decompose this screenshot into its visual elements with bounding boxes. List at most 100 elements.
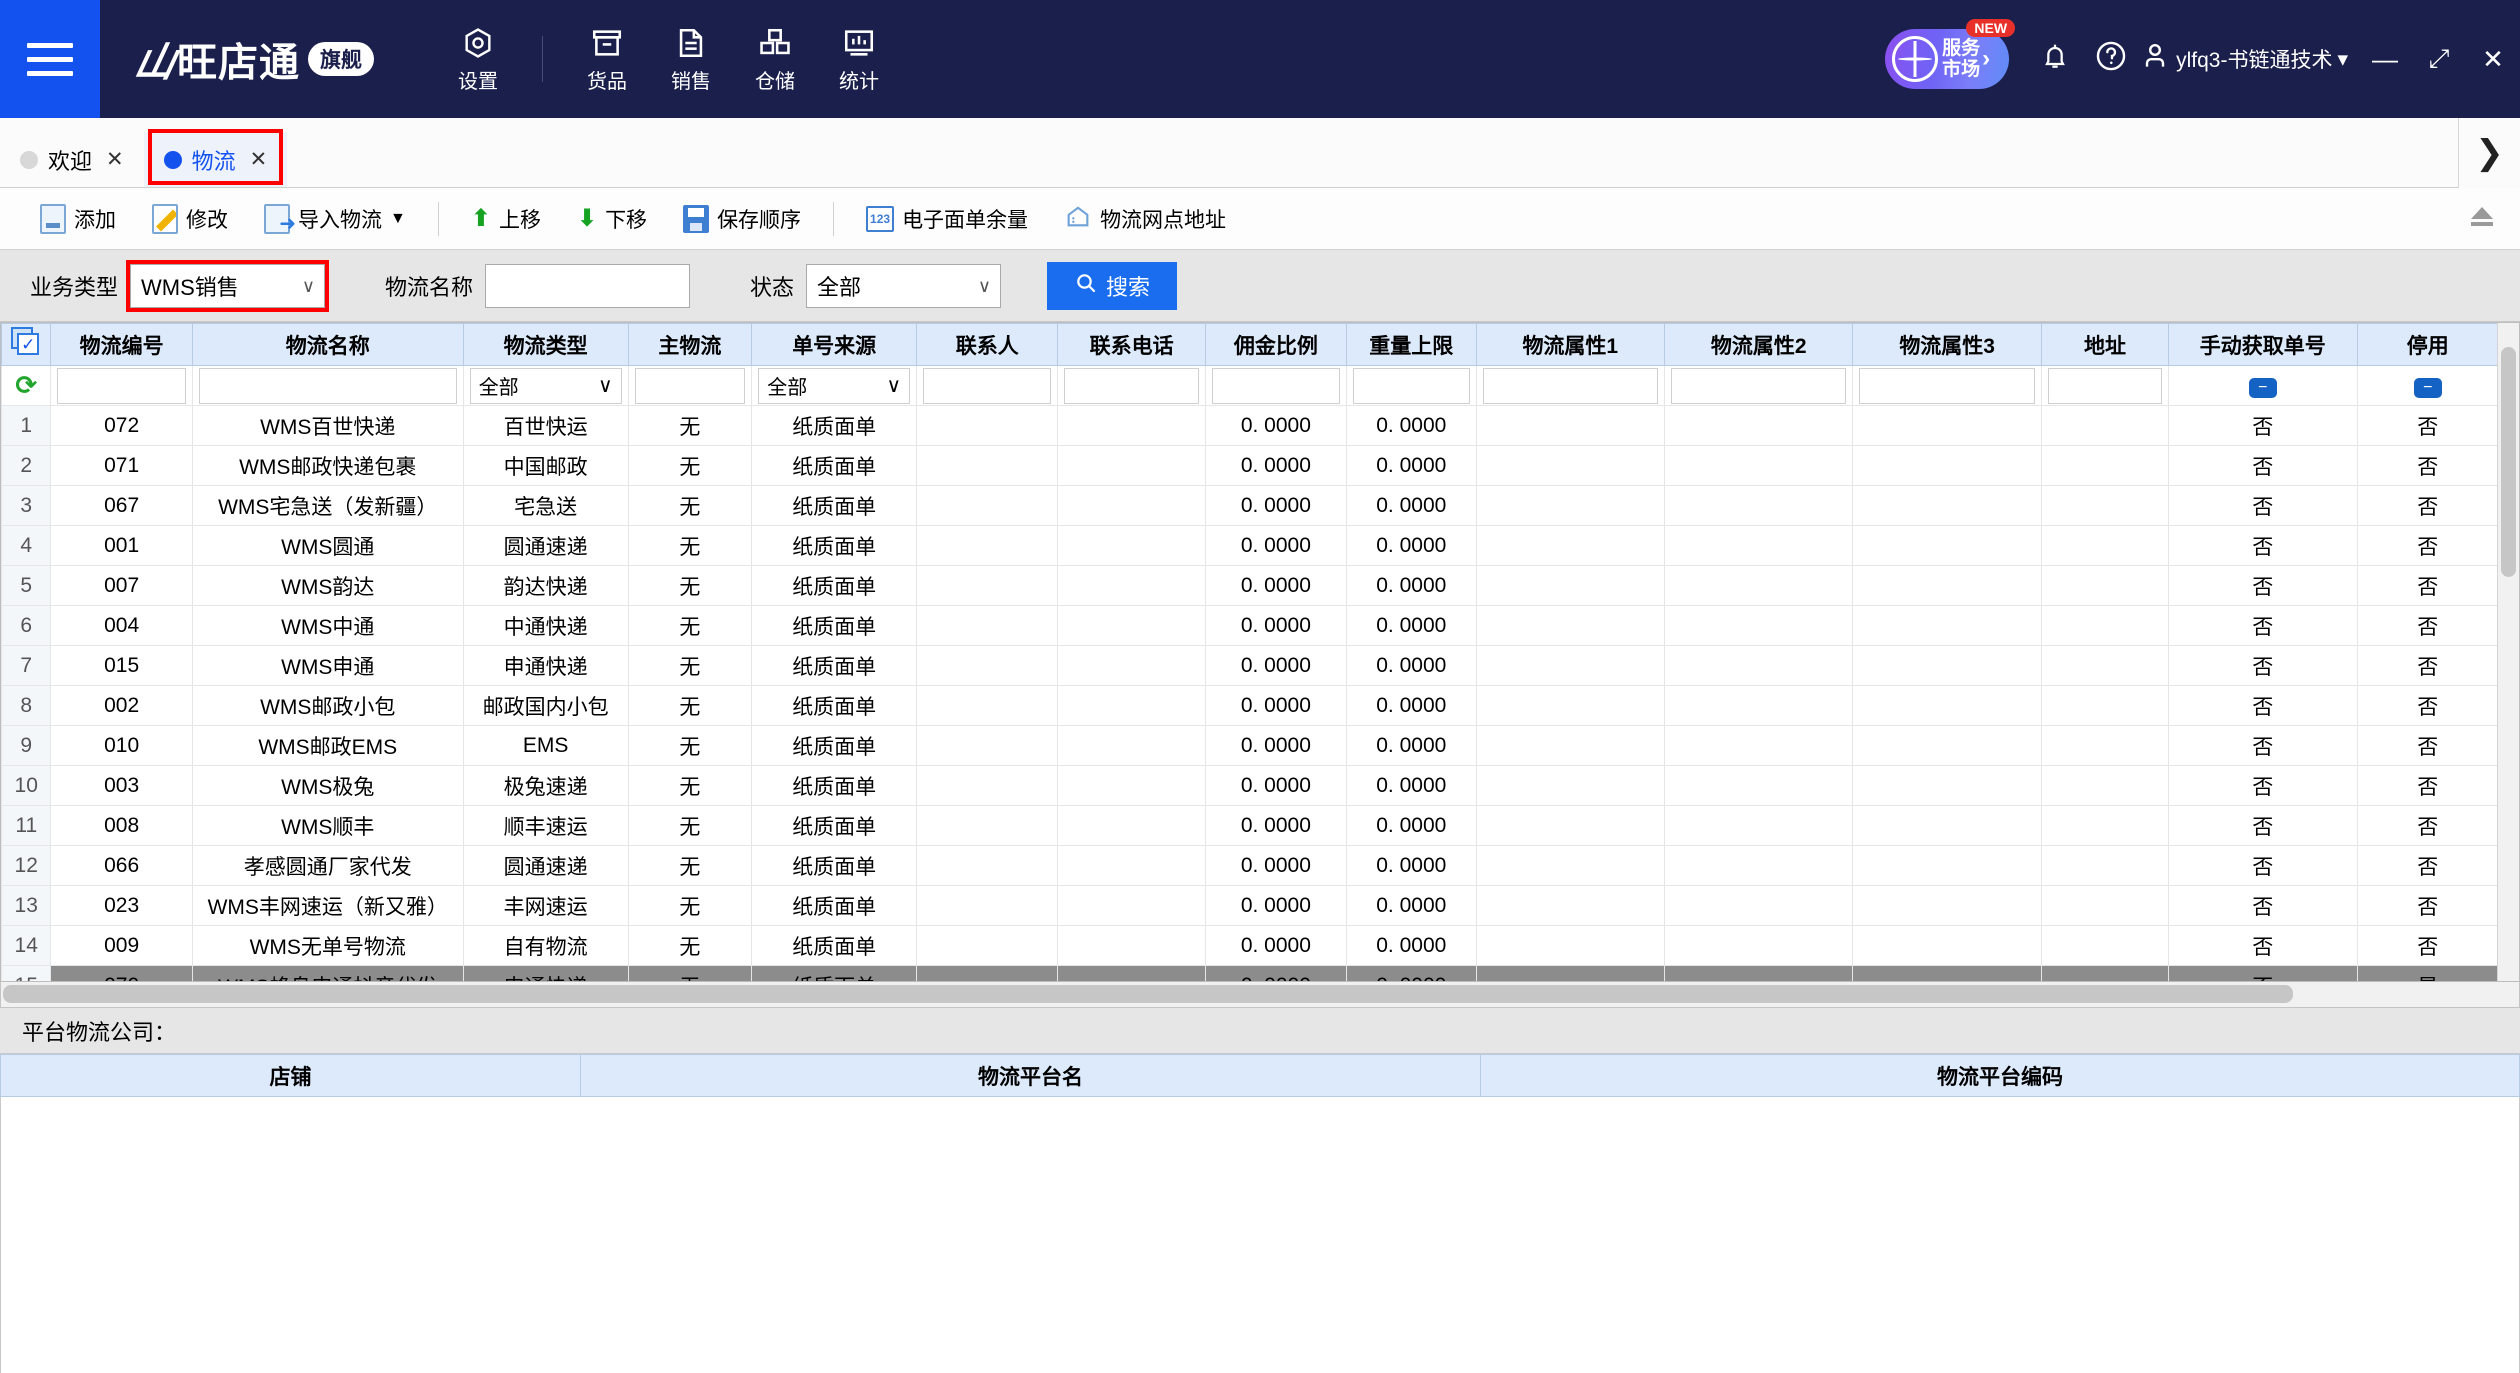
refresh-icon[interactable]: ⟳ — [15, 370, 37, 400]
filter-refresh-cell[interactable]: ⟳ — [1, 365, 52, 406]
status-select[interactable]: 全部 ∨ — [806, 263, 1002, 308]
column-header-commission[interactable]: 佣金比例 — [1204, 323, 1348, 366]
eorder-balance-button[interactable]: 123 电子面单余量 — [848, 196, 1046, 242]
filter-source-cell[interactable]: 全部 ∨ — [751, 365, 918, 406]
search-button[interactable]: 搜索 — [1047, 261, 1178, 310]
filter-weight-input[interactable] — [1353, 367, 1470, 404]
filter-main-input[interactable] — [634, 367, 746, 404]
save-order-button[interactable]: 保存顺序 — [665, 196, 819, 242]
hamburger-menu-button[interactable] — [0, 0, 100, 118]
column-header-name[interactable]: 物流名称 — [191, 323, 464, 366]
add-button[interactable]: 添加 — [22, 196, 134, 242]
import-logistics-button[interactable]: 导入物流 ▼ — [246, 196, 424, 242]
edit-button[interactable]: 修改 — [134, 196, 246, 242]
minimize-button[interactable]: — — [2358, 0, 2412, 118]
grid-vertical-scroll-thumb[interactable] — [2501, 347, 2516, 577]
filter-name-cell[interactable] — [191, 365, 464, 406]
select-all-header[interactable]: ✓ — [1, 323, 52, 366]
table-row[interactable]: 10 003 WMS极兔 极兔速递无纸质面单 0. 0000 0. 0000 否否 — [1, 765, 2500, 806]
select-all-checkbox-icon[interactable]: ✓ — [11, 326, 41, 357]
nav-item-sales[interactable]: 销售 — [649, 24, 733, 94]
grid-horizontal-scroll-thumb[interactable] — [3, 985, 2293, 1003]
column-header-weight[interactable]: 重量上限 — [1346, 323, 1477, 366]
status-select-wrapper[interactable]: 全部 ∨ — [806, 263, 1002, 308]
filter-name-input[interactable] — [198, 367, 457, 404]
column-header-disabled[interactable]: 停用 — [2356, 323, 2500, 366]
column-header-code[interactable]: 物流编号 — [50, 323, 193, 366]
business-type-select-wrapper[interactable]: WMS销售 ∨ — [126, 259, 330, 312]
filter-commission-cell[interactable] — [1204, 365, 1348, 406]
column-header-type[interactable]: 物流类型 — [462, 323, 629, 366]
column-header-manual-fetch[interactable]: 手动获取单号 — [2168, 323, 2358, 366]
table-row[interactable]: 6 004 WMS中通 中通快递无纸质面单 0. 0000 0. 0000 否否 — [1, 605, 2500, 646]
column-header-attr1[interactable]: 物流属性1 — [1475, 323, 1666, 366]
table-row[interactable]: 14 009 WMS无单号物流 自有物流无纸质面单 0. 0000 0. 0000 否否 — [1, 925, 2500, 966]
filter-phone-cell[interactable] — [1057, 365, 1206, 406]
grid-horizontal-scrollbar[interactable] — [0, 982, 2520, 1008]
table-row[interactable]: 2 071 WMS邮政快递包裹 中国邮政无纸质面单 0. 0000 0. 0000 否否 — [1, 445, 2500, 486]
table-row[interactable]: 3 067 WMS宅急送（发新疆） 宅急送无纸质面单 0. 0000 0. 0000 否否 — [1, 485, 2500, 526]
tab-welcome[interactable]: 欢迎 ✕ — [0, 132, 144, 187]
column-header-address[interactable]: 地址 — [2040, 323, 2170, 366]
business-type-select[interactable]: WMS销售 ∨ — [130, 263, 326, 308]
filter-main-cell[interactable] — [627, 365, 753, 406]
tab-close-icon[interactable]: ✕ — [250, 147, 268, 172]
filter-source-select[interactable]: 全部 ∨ — [758, 367, 911, 404]
close-window-button[interactable]: ✕ — [2466, 0, 2520, 118]
filter-attr3-cell[interactable] — [1852, 365, 2042, 406]
column-header-source[interactable]: 单号来源 — [751, 323, 918, 366]
filter-address-cell[interactable] — [2040, 365, 2170, 406]
table-row[interactable]: 13 023 WMS丰网速运（新又雅） 丰网速运无纸质面单 0. 0000 0. 0000… — [1, 885, 2500, 926]
filter-attr2-input[interactable] — [1671, 367, 1847, 404]
filter-type-select[interactable]: 全部 ∨ — [469, 367, 622, 404]
filter-code-cell[interactable] — [50, 365, 193, 406]
notifications-button[interactable] — [2027, 0, 2083, 118]
nav-item-goods[interactable]: 货品 — [565, 24, 649, 94]
platform-column-shop[interactable]: 店铺 — [0, 1054, 581, 1097]
table-row[interactable]: 1 072 WMS百世快递 百世快运无纸质面单 0. 0000 0. 0000 否否 — [1, 405, 2500, 446]
help-button[interactable] — [2083, 0, 2139, 118]
nav-item-warehouse[interactable]: 仓储 — [733, 24, 817, 94]
filter-type-cell[interactable]: 全部 ∨ — [462, 365, 629, 406]
filter-attr1-input[interactable] — [1482, 367, 1658, 404]
filter-contact-input[interactable] — [923, 367, 1052, 404]
table-row[interactable]: 11 008 WMS顺丰 顺丰速运无纸质面单 0. 0000 0. 0000 否否 — [1, 805, 2500, 846]
chevron-down-icon[interactable]: ▼ — [390, 210, 406, 228]
table-row[interactable]: 15070WMS蜂鸟申通抖音代发申通快递无纸质面单 0. 00000. 0000 否… — [1, 965, 2500, 981]
grid-vertical-scrollbar[interactable] — [2497, 323, 2519, 981]
filter-attr3-input[interactable] — [1859, 367, 2035, 404]
move-up-button[interactable]: ⬆ 上移 — [453, 196, 559, 242]
filter-attr1-cell[interactable] — [1475, 365, 1666, 406]
column-header-attr2[interactable]: 物流属性2 — [1663, 323, 1854, 366]
filter-manual-cell[interactable]: − — [2168, 365, 2358, 406]
table-row[interactable]: 8 002 WMS邮政小包 邮政国内小包无纸质面单 0. 0000 0. 0000 否否 — [1, 685, 2500, 726]
logistics-branch-address-button[interactable]: 物流网点地址 — [1046, 196, 1244, 242]
filter-attr2-cell[interactable] — [1663, 365, 1854, 406]
nav-item-statistics[interactable]: 统计 — [817, 24, 901, 94]
table-row[interactable]: 12 066 孝感圆通厂家代发 圆通速递无纸质面单 0. 0000 0. 0000 否否 — [1, 845, 2500, 886]
filter-manual-minus-button[interactable]: − — [2248, 377, 2277, 398]
filter-address-input[interactable] — [2047, 367, 2163, 404]
column-header-contact[interactable]: 联系人 — [916, 323, 1059, 366]
move-down-button[interactable]: ⬇ 下移 — [559, 196, 665, 242]
filter-commission-input[interactable] — [1211, 367, 1341, 404]
filter-contact-cell[interactable] — [916, 365, 1059, 406]
table-row[interactable]: 9 010 WMS邮政EMS EMS 无纸质面单 0. 0000 0. 0000 否否 — [1, 725, 2500, 766]
collapse-up-icon[interactable] — [2466, 203, 2498, 235]
logistics-name-input[interactable] — [485, 263, 691, 308]
column-header-phone[interactable]: 联系电话 — [1057, 323, 1206, 366]
table-row[interactable]: 7 015 WMS申通 申通快递无纸质面单 0. 0000 0. 0000 否否 — [1, 645, 2500, 686]
tab-logistics[interactable]: 物流 ✕ — [143, 129, 288, 187]
maximize-button[interactable]: ⤢ — [2412, 0, 2466, 118]
filter-weight-cell[interactable] — [1346, 365, 1477, 406]
filter-disabled-cell[interactable]: − — [2356, 365, 2500, 406]
nav-item-settings[interactable]: 设置 — [436, 24, 520, 94]
platform-column-platform-name[interactable]: 物流平台名 — [580, 1054, 1481, 1097]
user-menu[interactable]: ylfq3-书链通技术 ▾ — [2139, 40, 2348, 78]
filter-phone-input[interactable] — [1064, 367, 1199, 404]
tab-overflow-button[interactable]: ❯ — [2458, 118, 2520, 188]
service-market-button[interactable]: 服务 市场 › NEW — [1885, 19, 2016, 89]
filter-disabled-minus-button[interactable]: − — [2413, 377, 2442, 398]
column-header-attr3[interactable]: 物流属性3 — [1852, 323, 2042, 366]
table-row[interactable]: 4 001 WMS圆通 圆通速递无纸质面单 0. 0000 0. 0000 否否 — [1, 525, 2500, 566]
